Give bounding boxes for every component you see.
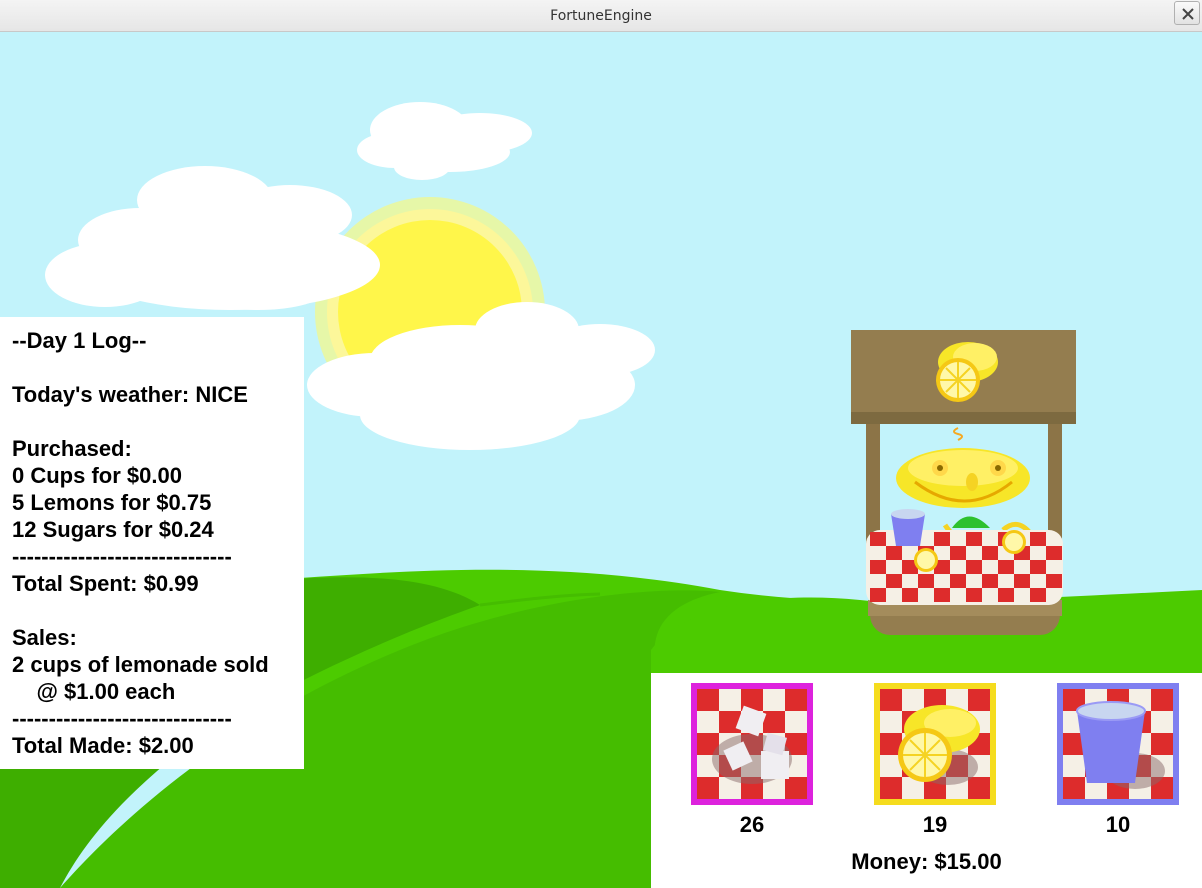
- log-line: Purchased:: [12, 436, 132, 461]
- inventory-slot-cups[interactable]: [1057, 683, 1179, 805]
- money-display: Money: $15.00: [851, 849, 1002, 874]
- cup-icon: [1063, 689, 1173, 799]
- day-log-panel: --Day 1 Log-- Today's weather: NICE Purcha…: [0, 317, 304, 769]
- window-titlebar: FortuneEngine: [0, 0, 1202, 32]
- sugar-count: 26: [739, 812, 765, 837]
- close-icon: [1182, 8, 1194, 20]
- log-line: --Day 1 Log--: [12, 328, 147, 353]
- lemon-icon: [880, 689, 990, 799]
- log-line: 12 Sugars for $0.24: [12, 517, 214, 542]
- inventory-panel: 26 19 10 Money: $15.00: [651, 673, 1202, 888]
- log-line: Total Spent: $0.99: [12, 571, 199, 596]
- inventory-slot-sugar[interactable]: [691, 683, 813, 805]
- log-line: Sales:: [12, 625, 77, 650]
- cups-count: 10: [1105, 812, 1131, 837]
- log-line: 2 cups of lemonade sold: [12, 652, 269, 677]
- log-line: Today's weather: NICE: [12, 382, 248, 407]
- close-button[interactable]: [1174, 1, 1200, 25]
- sugar-cubes-icon: [697, 689, 807, 799]
- lemons-count: 19: [922, 812, 948, 837]
- log-line: 0 Cups for $0.00: [12, 463, 182, 488]
- log-line: ------------------------------: [12, 544, 232, 569]
- window-title: FortuneEngine: [550, 8, 652, 24]
- log-line: 5 Lemons for $0.75: [12, 490, 212, 515]
- log-line: @ $1.00 each: [12, 679, 176, 704]
- log-line: ------------------------------: [12, 706, 232, 731]
- inventory-slot-lemons[interactable]: [874, 683, 996, 805]
- game-scene[interactable]: --Day 1 Log-- Today's weather: NICE Purcha…: [0, 32, 1202, 888]
- log-line: Total Made: $2.00: [12, 733, 194, 758]
- counter-cup-icon: [891, 509, 925, 546]
